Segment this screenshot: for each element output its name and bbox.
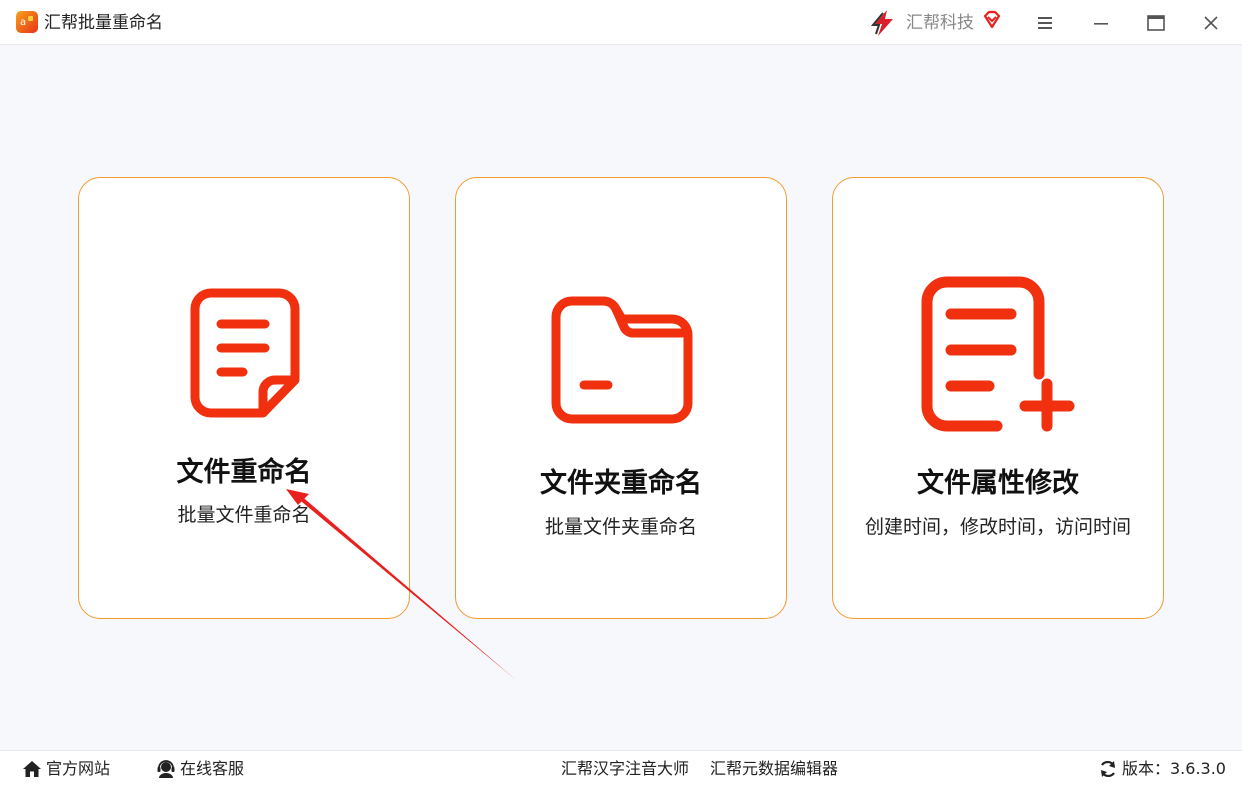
official-website-link[interactable]: 官方网站	[22, 759, 110, 779]
maximize-button[interactable]	[1141, 8, 1171, 38]
refresh-icon[interactable]	[1098, 759, 1118, 779]
svg-text:a: a	[20, 17, 26, 28]
menu-button[interactable]	[1030, 8, 1060, 38]
customer-service-icon	[157, 760, 175, 778]
card-title: 文件重命名	[176, 457, 312, 488]
minimize-button[interactable]	[1086, 8, 1116, 38]
maximize-icon	[1147, 15, 1165, 31]
app-logo-icon: a	[16, 11, 38, 33]
online-service-label: 在线客服	[180, 759, 245, 778]
metadata-tool-link[interactable]: 汇帮元数据编辑器	[710, 759, 838, 779]
file-attribute-card[interactable]: 文件属性修改 创建时间，修改时间，访问时间	[832, 177, 1164, 619]
version-info: 版本：3.6.3.0	[1098, 759, 1226, 779]
brand-logo-icon	[870, 10, 893, 36]
folder-icon	[551, 296, 693, 424]
hamburger-menu-icon	[1038, 17, 1052, 29]
official-website-label: 官方网站	[46, 759, 111, 778]
card-title: 文件属性修改	[917, 468, 1079, 499]
close-button[interactable]	[1196, 8, 1226, 38]
file-rename-card[interactable]: 文件重命名 批量文件重命名	[78, 177, 410, 619]
brand-name: 汇帮科技	[906, 13, 974, 33]
diamond-vip-icon[interactable]	[982, 10, 1002, 30]
document-icon	[190, 288, 300, 418]
home-icon	[23, 761, 41, 777]
minimize-icon	[1094, 23, 1108, 25]
title-bar: a 汇帮批量重命名 汇帮科技	[0, 0, 1242, 45]
card-subtitle: 批量文件重命名	[177, 504, 311, 526]
card-subtitle: 创建时间，修改时间，访问时间	[864, 516, 1131, 538]
version-label: 版本：3.6.3.0	[1122, 759, 1226, 778]
document-add-icon	[921, 276, 1075, 432]
pinyin-tool-link[interactable]: 汇帮汉字注音大师	[561, 759, 689, 779]
card-subtitle: 批量文件夹重命名	[544, 516, 697, 538]
status-bar: 官方网站 在线客服 汇帮汉字注音大师 汇帮元数据编辑器 版本：3.6.3.0	[0, 750, 1242, 787]
online-service-link[interactable]: 在线客服	[156, 759, 244, 779]
close-icon	[1204, 16, 1218, 30]
card-title: 文件夹重命名	[540, 468, 702, 499]
app-title: 汇帮批量重命名	[44, 13, 163, 33]
folder-rename-card[interactable]: 文件夹重命名 批量文件夹重命名	[455, 177, 787, 619]
